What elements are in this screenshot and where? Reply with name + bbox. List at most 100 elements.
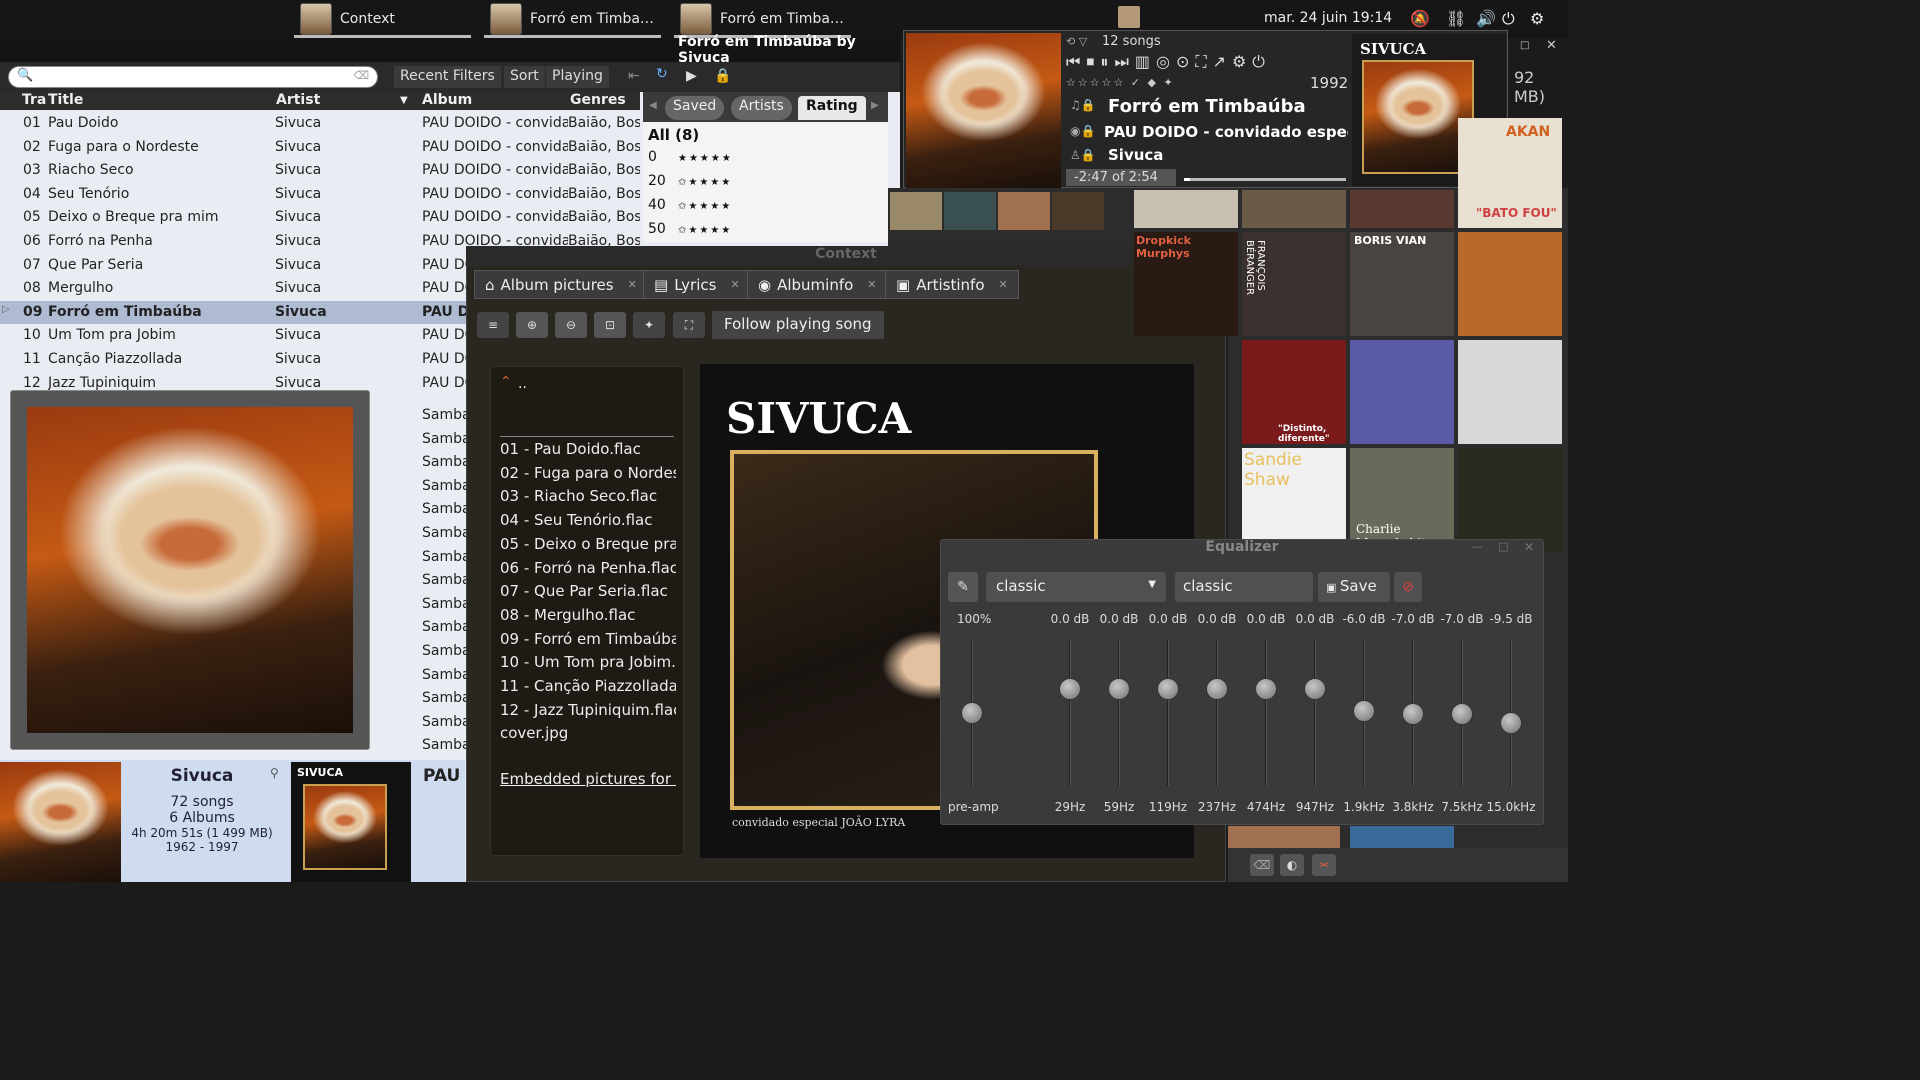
tab-album-pictures[interactable]: ⌂ Album pictures ✕: [474, 270, 648, 299]
album-cell[interactable]: [1350, 826, 1454, 848]
band-track[interactable]: [1069, 640, 1071, 786]
table-row[interactable]: 04 Seu Tenório Sivuca PAU DOIDO - convidado…: [0, 183, 640, 207]
tab-left-arrow-icon[interactable]: ◀: [649, 100, 657, 111]
thumb-2[interactable]: [944, 192, 996, 230]
band-knob[interactable]: [1255, 678, 1277, 700]
play-icon[interactable]: ▶: [686, 68, 697, 84]
preset-name-input[interactable]: classic: [1175, 572, 1313, 602]
close-tab-icon[interactable]: ✕: [628, 278, 637, 291]
album-cell[interactable]: Charlie Musselwhite: [1350, 448, 1454, 552]
tools-icon[interactable]: ✂: [1312, 854, 1336, 876]
table-row[interactable]: 03 Riacho Seco Sivuca PAU DOIDO - convidado…: [0, 159, 640, 183]
fullscreen-icon[interactable]: ⛶: [1195, 52, 1206, 72]
album-lock-icon[interactable]: ◉🔒: [1070, 124, 1095, 138]
tab-artistinfo[interactable]: ▣ Artistinfo ✕: [885, 270, 1019, 299]
close-icon[interactable]: ✕: [1546, 38, 1557, 53]
file-item[interactable]: 07 - Que Par Seria.flac: [500, 582, 676, 600]
quit-icon[interactable]: ⏻: [1252, 52, 1265, 72]
seek-bar[interactable]: [1184, 178, 1346, 181]
artist-thumb[interactable]: [0, 762, 121, 882]
close-tab-icon[interactable]: ✕: [730, 278, 739, 291]
file-item[interactable]: 05 - Deixo o Breque pra mim.flac: [500, 535, 676, 553]
band-track[interactable]: [1314, 640, 1316, 786]
now-playing-cover[interactable]: [906, 33, 1061, 188]
contrast-icon[interactable]: ◐: [1280, 854, 1304, 876]
tab-artists[interactable]: Artists: [731, 96, 792, 120]
maximize-icon[interactable]: □: [1498, 540, 1508, 553]
album-cell[interactable]: "BATO FOU" AKAN: [1458, 118, 1562, 228]
settings-icon[interactable]: ⚙: [1530, 9, 1544, 28]
network-icon[interactable]: ⛓: [1446, 9, 1466, 28]
sort-button[interactable]: Sort: [504, 66, 545, 88]
thumb-3[interactable]: [998, 192, 1050, 230]
file-item[interactable]: 10 - Um Tom pra Jobim.flac: [500, 653, 676, 671]
tab-albuminfo[interactable]: ◉ Albuminfo ✕: [747, 270, 888, 299]
col-genres[interactable]: Genres: [570, 92, 626, 108]
band-knob[interactable]: [1353, 699, 1375, 722]
album-cell[interactable]: BORIS VIAN: [1350, 232, 1454, 336]
previous-icon[interactable]: ⏮: [1066, 52, 1080, 72]
title-lock-icon[interactable]: ♫🔒: [1070, 98, 1096, 112]
album-cell[interactable]: FRANÇOIS BÉRANGER: [1242, 232, 1346, 336]
thumb-1[interactable]: [890, 192, 942, 230]
col-album[interactable]: Album: [422, 92, 472, 108]
album-cell[interactable]: [1242, 190, 1346, 228]
notifications-off-icon[interactable]: 🔕: [1410, 9, 1430, 28]
file-item[interactable]: 06 - Forró na Penha.flac: [500, 559, 676, 577]
minimize-icon[interactable]: —: [1472, 540, 1483, 553]
fullscreen-icon[interactable]: ⛶: [673, 312, 705, 338]
band-track[interactable]: [1167, 640, 1169, 786]
zoom-in-icon[interactable]: ⊕: [516, 312, 548, 338]
rating-row[interactable]: 20 ✩★★★★: [648, 173, 732, 189]
col-artist[interactable]: Artist: [276, 92, 320, 108]
zoom-out-icon[interactable]: ⊖: [555, 312, 587, 338]
tab-lyrics[interactable]: ▤ Lyrics ✕: [643, 270, 751, 299]
tab-rating[interactable]: Rating: [798, 96, 866, 120]
file-item[interactable]: 02 - Fuga para o Nordeste.flac: [500, 464, 676, 482]
delete-icon[interactable]: ⊘: [1394, 572, 1422, 602]
artist-lock-icon[interactable]: ♙🔒: [1070, 148, 1096, 162]
preset-dropdown[interactable]: classic ▼: [986, 572, 1166, 602]
band-knob[interactable]: [1206, 678, 1228, 700]
menu-icon[interactable]: ≡: [477, 312, 509, 338]
file-item[interactable]: 04 - Seu Tenório.flac: [500, 511, 676, 529]
refresh-icon[interactable]: ↻: [656, 66, 668, 82]
band-track[interactable]: [1118, 640, 1120, 786]
volume-icon[interactable]: 🔊: [1476, 9, 1496, 28]
album-cell[interactable]: [1458, 340, 1562, 444]
rating-all[interactable]: All (8): [648, 126, 699, 144]
task-player-1[interactable]: Forró em Timba…: [484, 0, 661, 38]
rating-row[interactable]: 40 ✩★★★★: [648, 197, 732, 213]
thumb-4[interactable]: [1052, 192, 1104, 230]
band-track[interactable]: [1216, 640, 1218, 786]
file-item[interactable]: 12 - Jazz Tupiniquim.flac: [500, 701, 676, 719]
pause-icon[interactable]: ⏸: [1100, 52, 1108, 72]
album-cell[interactable]: Dropkick Murphys: [1134, 232, 1238, 336]
band-track[interactable]: [1265, 640, 1267, 786]
file-item[interactable]: 11 - Canção Piazzollada.flac: [500, 677, 676, 695]
embedded-pictures-link[interactable]: Embedded pictures for this file: [500, 770, 676, 788]
task-player-2[interactable]: Forró em Timba…: [674, 0, 851, 38]
col-title[interactable]: Title: [48, 92, 83, 108]
file-item[interactable]: 08 - Mergulho.flac: [500, 606, 676, 624]
preamp-knob[interactable]: [961, 702, 983, 724]
album-cell[interactable]: [1458, 448, 1562, 552]
album-cell[interactable]: [1350, 340, 1454, 444]
power-icon[interactable]: ⏻: [1502, 9, 1515, 29]
equalizer-icon[interactable]: ▥: [1135, 52, 1150, 72]
file-item[interactable]: 01 - Pau Doido.flac: [500, 440, 676, 458]
clear-search-icon[interactable]: ⌫: [353, 69, 369, 82]
close-icon[interactable]: ✕: [1524, 540, 1534, 554]
file-item[interactable]: 09 - Forró em Timbaúba.flac: [500, 630, 676, 648]
band-knob[interactable]: [1304, 678, 1326, 700]
task-context[interactable]: Context: [294, 0, 471, 38]
parent-folder[interactable]: ..: [518, 376, 527, 392]
recent-filters-button[interactable]: Recent Filters: [394, 66, 501, 88]
clock[interactable]: mar. 24 juin 19:14: [1264, 10, 1392, 26]
table-row[interactable]: 01 Pau Doido Sivuca PAU DOIDO - convidado e…: [0, 112, 640, 136]
tab-right-arrow-icon[interactable]: ▶: [871, 100, 879, 111]
back-icon[interactable]: ⇤: [628, 68, 640, 84]
tab-saved[interactable]: Saved: [665, 96, 725, 120]
edit-icon[interactable]: ✎: [948, 572, 978, 602]
band-knob[interactable]: [1108, 678, 1130, 700]
